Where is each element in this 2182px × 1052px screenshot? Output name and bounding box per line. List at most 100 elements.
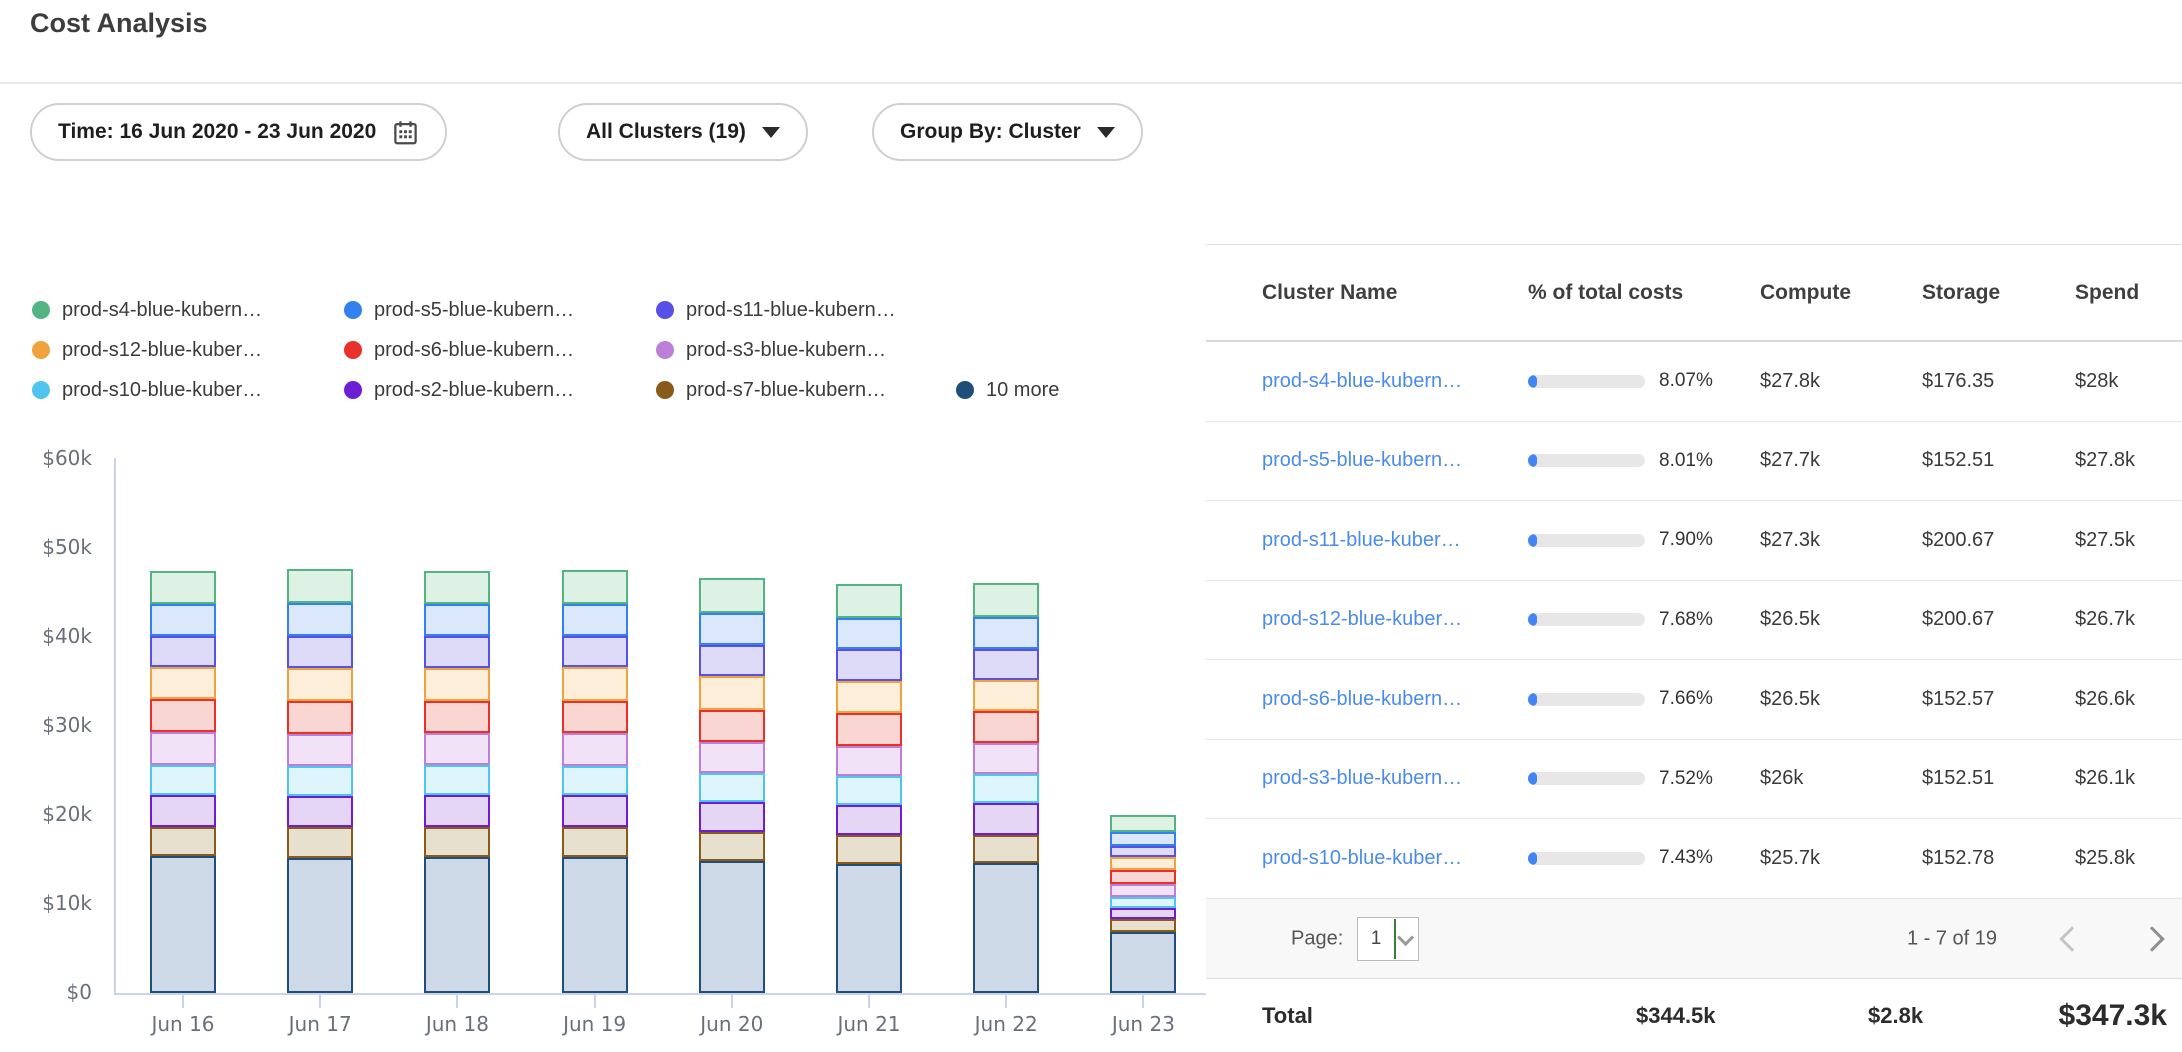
bar-segment-prod-s2-blue-kubern — [287, 796, 353, 827]
pct-progress-fill — [1528, 613, 1537, 626]
y-axis-tick-label: $40k — [20, 624, 92, 648]
prev-page-button[interactable] — [2051, 918, 2093, 960]
cluster-name-link[interactable]: prod-s5-blue-kubern… — [1262, 449, 1528, 472]
bar-segment-10-more — [287, 858, 353, 993]
bar-segment-10-more — [836, 864, 902, 993]
pct-progress-bar — [1528, 454, 1645, 467]
bar-segment-prod-s12-blue-kuber — [424, 668, 490, 701]
bar-segment-10-more — [1110, 932, 1176, 993]
legend-item[interactable]: prod-s7-blue-kubern… — [656, 379, 956, 402]
storage-value: $152.57 — [1922, 688, 2075, 711]
bar-segment-prod-s10-blue-kuber — [424, 765, 490, 795]
time-range-filter-button[interactable]: Time: 16 Jun 2020 - 23 Jun 2020 — [30, 103, 447, 161]
column-header-storage: Storage — [1922, 281, 2075, 305]
bar-segment-prod-s12-blue-kuber — [562, 667, 628, 701]
bar-segment-10-more — [973, 863, 1039, 993]
legend-item[interactable]: prod-s5-blue-kubern… — [344, 299, 656, 322]
pct-progress-bar — [1528, 375, 1645, 388]
legend-item[interactable]: prod-s10-blue-kuber… — [32, 379, 344, 402]
bar-segment-prod-s2-blue-kubern — [699, 802, 765, 832]
column-header-pct-of-total-costs: % of total costs — [1528, 281, 1760, 305]
caret-down-icon — [1097, 127, 1115, 138]
x-axis-tick — [594, 995, 596, 1008]
chevron-left-icon — [2059, 926, 2084, 951]
pct-progress-fill — [1528, 375, 1537, 388]
bar-segment-prod-s4-blue-kubern — [562, 570, 628, 604]
pct-progress-bar — [1528, 613, 1645, 626]
x-axis-line — [114, 993, 1206, 995]
next-page-button[interactable] — [2131, 918, 2173, 960]
pct-value: 7.52% — [1659, 768, 1713, 790]
chevron-down-icon — [1396, 933, 1418, 945]
cluster-name-link[interactable]: prod-s4-blue-kubern… — [1262, 370, 1528, 393]
bar-segment-prod-s11-blue-kubern — [973, 649, 1039, 680]
pct-of-total-cell: 7.52% — [1528, 768, 1760, 790]
legend-label: prod-s2-blue-kubern… — [374, 379, 574, 402]
bar-segment-prod-s7-blue-kubern — [424, 827, 490, 856]
bar-segment-10-more — [150, 856, 216, 993]
clusters-filter-dropdown[interactable]: All Clusters (19) — [558, 103, 808, 161]
bar-segment-prod-s6-blue-kubern — [424, 701, 490, 733]
table-row: prod-s11-blue-kuber… 7.90% $27.3k $200.6… — [1206, 501, 2182, 581]
group-by-dropdown[interactable]: Group By: Cluster — [872, 103, 1143, 161]
legend-item[interactable]: prod-s3-blue-kubern… — [656, 339, 956, 362]
pct-progress-fill — [1528, 534, 1537, 547]
pct-of-total-cell: 7.66% — [1528, 688, 1760, 710]
pct-progress-bar — [1528, 534, 1645, 547]
bar-segment-prod-s12-blue-kuber — [287, 668, 353, 701]
bar-segment-prod-s10-blue-kuber — [699, 773, 765, 801]
spend-value: $27.5k — [2075, 529, 2182, 552]
cluster-name-link[interactable]: prod-s3-blue-kubern… — [1262, 767, 1528, 790]
page-select[interactable]: 1 — [1357, 917, 1419, 961]
bar-segment-prod-s10-blue-kuber — [287, 766, 353, 796]
pct-value: 7.90% — [1659, 529, 1713, 551]
x-axis-tick-label: Jun 23 — [1078, 1012, 1208, 1036]
pct-progress-fill — [1528, 454, 1537, 467]
bar-segment-prod-s11-blue-kubern — [836, 649, 902, 680]
bar-segment-prod-s10-blue-kuber — [150, 765, 216, 794]
pct-progress-bar — [1528, 852, 1645, 865]
legend-item[interactable]: prod-s2-blue-kubern… — [344, 379, 656, 402]
bar-segment-prod-s5-blue-kubern — [287, 603, 353, 636]
pct-of-total-cell: 7.68% — [1528, 609, 1760, 631]
cluster-name-link[interactable]: prod-s10-blue-kuber… — [1262, 847, 1528, 870]
compute-value: $27.8k — [1760, 370, 1922, 393]
bar-segment-prod-s4-blue-kubern — [836, 584, 902, 619]
page-range-label: 1 - 7 of 19 — [1872, 927, 2032, 950]
bar-segment-prod-s5-blue-kubern — [836, 618, 902, 649]
x-axis-tick-label: Jun 19 — [530, 1012, 660, 1036]
y-axis-line — [114, 458, 116, 995]
compute-value: $26k — [1760, 767, 1922, 790]
storage-value: $200.67 — [1922, 529, 2075, 552]
compute-value: $27.7k — [1760, 449, 1922, 472]
bar-segment-prod-s4-blue-kubern — [699, 578, 765, 613]
caret-down-icon — [762, 127, 780, 138]
bar-segment-prod-s7-blue-kubern — [562, 827, 628, 857]
calendar-icon — [392, 119, 419, 146]
legend-item[interactable]: 10 more — [956, 379, 1059, 402]
storage-value: $152.78 — [1922, 847, 2075, 870]
bar-segment-10-more — [424, 857, 490, 993]
bar-segment-prod-s12-blue-kuber — [836, 681, 902, 713]
bar-segment-prod-s2-blue-kubern — [150, 795, 216, 827]
legend-item[interactable]: prod-s11-blue-kubern… — [656, 299, 956, 322]
header-divider — [0, 82, 2182, 84]
table-row: prod-s12-blue-kuber… 7.68% $26.5k $200.6… — [1206, 581, 2182, 661]
pct-of-total-cell: 8.01% — [1528, 450, 1760, 472]
y-axis-tick-label: $10k — [20, 891, 92, 915]
bar-segment-prod-s12-blue-kuber — [150, 667, 216, 699]
total-storage-value: $2.8k — [1868, 1003, 1923, 1029]
legend-item[interactable]: prod-s12-blue-kuber… — [32, 339, 344, 362]
legend-color-dot — [956, 381, 974, 399]
legend-item[interactable]: prod-s4-blue-kubern… — [32, 299, 344, 322]
legend-label: prod-s4-blue-kubern… — [62, 299, 262, 322]
cluster-name-link[interactable]: prod-s12-blue-kuber… — [1262, 608, 1528, 631]
table-row: prod-s3-blue-kubern… 7.52% $26k $152.51 … — [1206, 740, 2182, 820]
bar-segment-prod-s7-blue-kubern — [287, 827, 353, 857]
bar-segment-prod-s4-blue-kubern — [424, 571, 490, 604]
pct-of-total-cell: 7.90% — [1528, 529, 1760, 551]
legend-item[interactable]: prod-s6-blue-kubern… — [344, 339, 656, 362]
cluster-name-link[interactable]: prod-s6-blue-kubern… — [1262, 688, 1528, 711]
pct-progress-bar — [1528, 693, 1645, 706]
cluster-name-link[interactable]: prod-s11-blue-kuber… — [1262, 529, 1528, 552]
